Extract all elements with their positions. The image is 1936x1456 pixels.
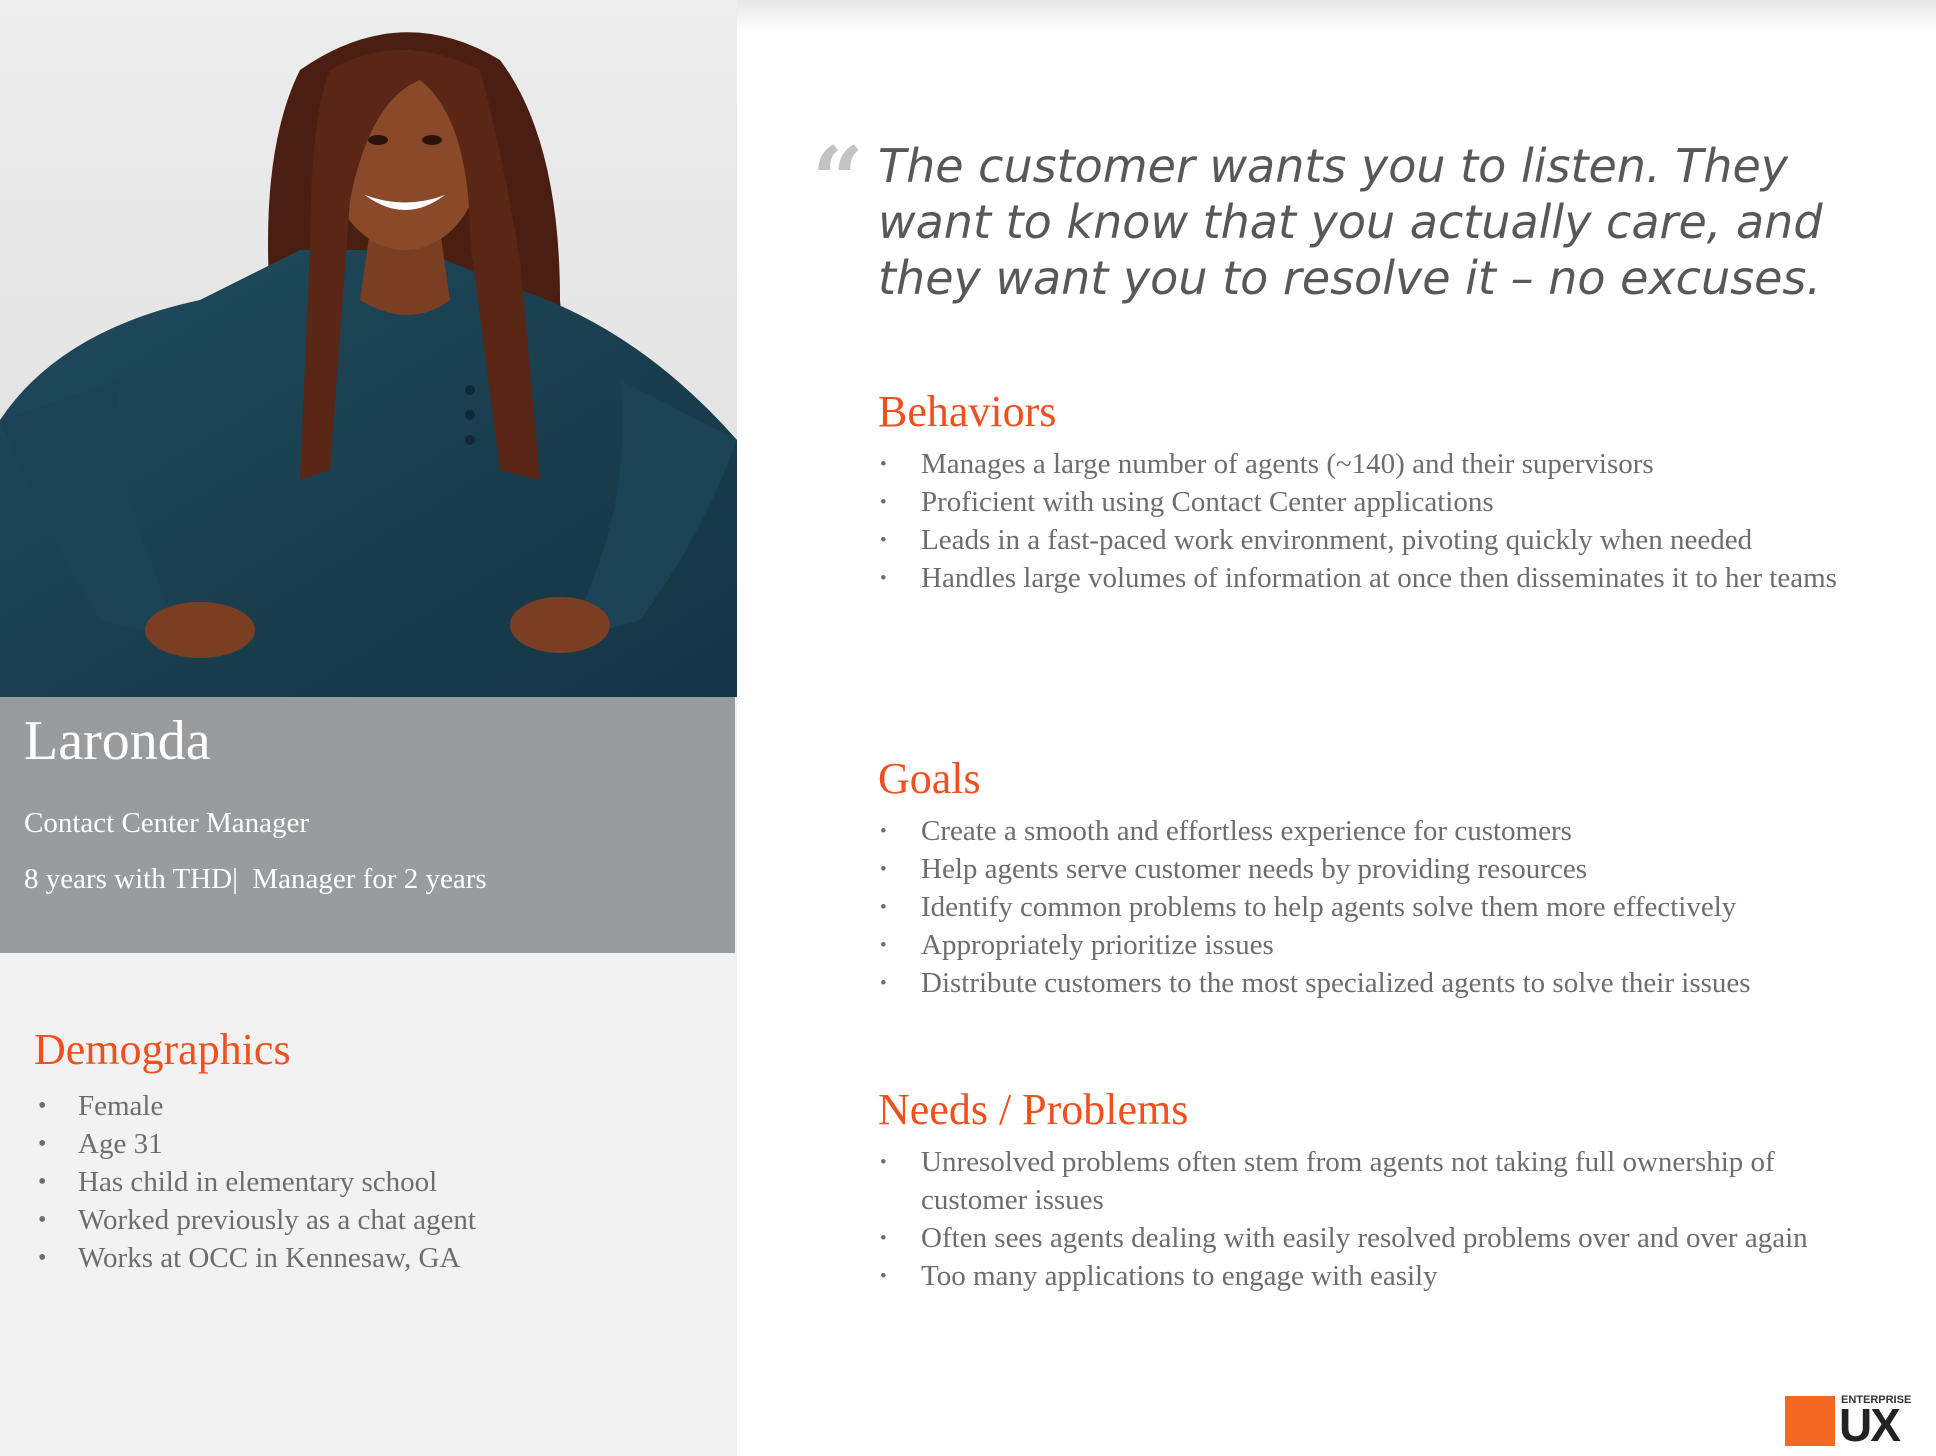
list-item: • Unresolved problems often stem from age…	[878, 1143, 1878, 1219]
bullet-icon: •	[880, 568, 887, 589]
bullet-icon: •	[880, 973, 887, 994]
list-item: • Works at OCC in Kennesaw, GA	[34, 1239, 714, 1277]
list-item: • Handles large volumes of information at…	[878, 559, 1878, 597]
list-item: • Proficient with using Contact Center ap…	[878, 483, 1878, 521]
list-item-text: Age 31	[78, 1128, 163, 1160]
persona-quote: The customer wants you to listen. They w…	[878, 139, 1823, 305]
list-item: • Too many applications to engage with ea…	[878, 1257, 1878, 1295]
list-item: • Identify common problems to help agents…	[878, 888, 1878, 926]
list-item: • Often sees agents dealing with easily r…	[878, 1219, 1878, 1257]
list-item-text: Worked previously as a chat agent	[78, 1204, 476, 1236]
list-item: • Female	[34, 1087, 714, 1125]
persona-sidebar: Laronda Contact Center Manager 8 years w…	[0, 0, 737, 1456]
bullet-icon: •	[880, 1152, 887, 1173]
list-item: • Create a smooth and effortless experien…	[878, 812, 1878, 850]
list-item: • Age 31	[34, 1125, 714, 1163]
list-item-text: Manages a large number of agents (~140) …	[921, 448, 1654, 480]
persona-tenure: 8 years with THD| Manager for 2 years	[24, 863, 487, 895]
bullet-icon: •	[38, 1207, 47, 1233]
list-item: • Appropriately prioritize issues	[878, 926, 1878, 964]
goals-section: Goals • Create a smooth and effortless ex…	[878, 754, 1878, 1002]
goals-list: • Create a smooth and effortless experien…	[878, 812, 1878, 1002]
behaviors-section: Behaviors • Manages a large number of age…	[878, 387, 1878, 597]
behaviors-title: Behaviors	[878, 387, 1057, 436]
list-item-text: Create a smooth and effortless experienc…	[921, 815, 1572, 847]
bullet-icon: •	[880, 859, 887, 880]
home-depot-logo-icon	[1785, 1396, 1835, 1446]
bullet-icon: •	[38, 1131, 47, 1157]
list-item-text: Too many applications to engage with eas…	[921, 1260, 1438, 1292]
persona-name-panel: Laronda Contact Center Manager 8 years w…	[0, 697, 735, 953]
list-item-text: Has child in elementary school	[78, 1166, 438, 1198]
needs-section: Needs / Problems • Unresolved problems of…	[878, 1085, 1878, 1295]
needs-list: • Unresolved problems often stem from age…	[878, 1143, 1878, 1295]
list-item-text: Female	[78, 1090, 164, 1122]
bullet-icon: •	[880, 530, 887, 551]
behaviors-list: • Manages a large number of agents (~140)…	[878, 445, 1878, 597]
goals-title: Goals	[878, 754, 981, 803]
bullet-icon: •	[880, 492, 887, 513]
list-item: • Has child in elementary school	[34, 1163, 714, 1201]
bullet-icon: •	[38, 1093, 47, 1119]
list-item-text: Appropriately prioritize issues	[921, 929, 1274, 961]
logo-ux-text: UX	[1839, 1399, 1901, 1451]
bullet-icon: •	[880, 897, 887, 918]
list-item: • Worked previously as a chat agent	[34, 1201, 714, 1239]
list-item-text: Often sees agents dealing with easily re…	[921, 1222, 1808, 1254]
quote-mark-icon: “	[812, 127, 864, 233]
demographics-section: Demographics • Female • Age 31 • Has child in…	[34, 1025, 714, 1277]
bullet-icon: •	[38, 1169, 47, 1195]
list-item-text: Leads in a fast-paced work environment, …	[921, 524, 1753, 556]
list-item-text: Identify common problems to help agents …	[921, 891, 1737, 923]
bullet-icon: •	[38, 1245, 47, 1271]
needs-title: Needs / Problems	[878, 1085, 1189, 1134]
demographics-title: Demographics	[34, 1025, 291, 1074]
persona-name: Laronda	[24, 710, 211, 772]
list-item-text: Proficient with using Contact Center app…	[921, 486, 1494, 518]
list-item-text: Handles large volumes of information at …	[921, 562, 1837, 594]
persona-role: Contact Center Manager	[24, 807, 310, 839]
list-item-text: Help agents serve customer needs by prov…	[921, 853, 1587, 885]
list-item: • Leads in a fast-paced work environment,…	[878, 521, 1878, 559]
list-item: • Distribute customers to the most specia…	[878, 964, 1878, 1002]
persona-portrait-illustration	[0, 0, 737, 697]
enterprise-ux-logo: ENTERPRISE UX	[1785, 1394, 1923, 1451]
list-item-text: Works at OCC in Kennesaw, GA	[78, 1242, 461, 1274]
list-item: • Manages a large number of agents (~140)…	[878, 445, 1878, 483]
bullet-icon: •	[880, 454, 887, 475]
list-item: • Help agents serve customer needs by pro…	[878, 850, 1878, 888]
bullet-icon: •	[880, 821, 887, 842]
bullet-icon: •	[880, 1266, 887, 1287]
list-item-text: Unresolved problems often stem from agen…	[921, 1146, 1775, 1216]
list-item-text: Distribute customers to the most special…	[921, 967, 1751, 999]
bullet-icon: •	[880, 935, 887, 956]
demographics-list: • Female • Age 31 • Has child in elementary s…	[34, 1087, 714, 1277]
persona-photo	[0, 0, 737, 697]
bullet-icon: •	[880, 1228, 887, 1249]
